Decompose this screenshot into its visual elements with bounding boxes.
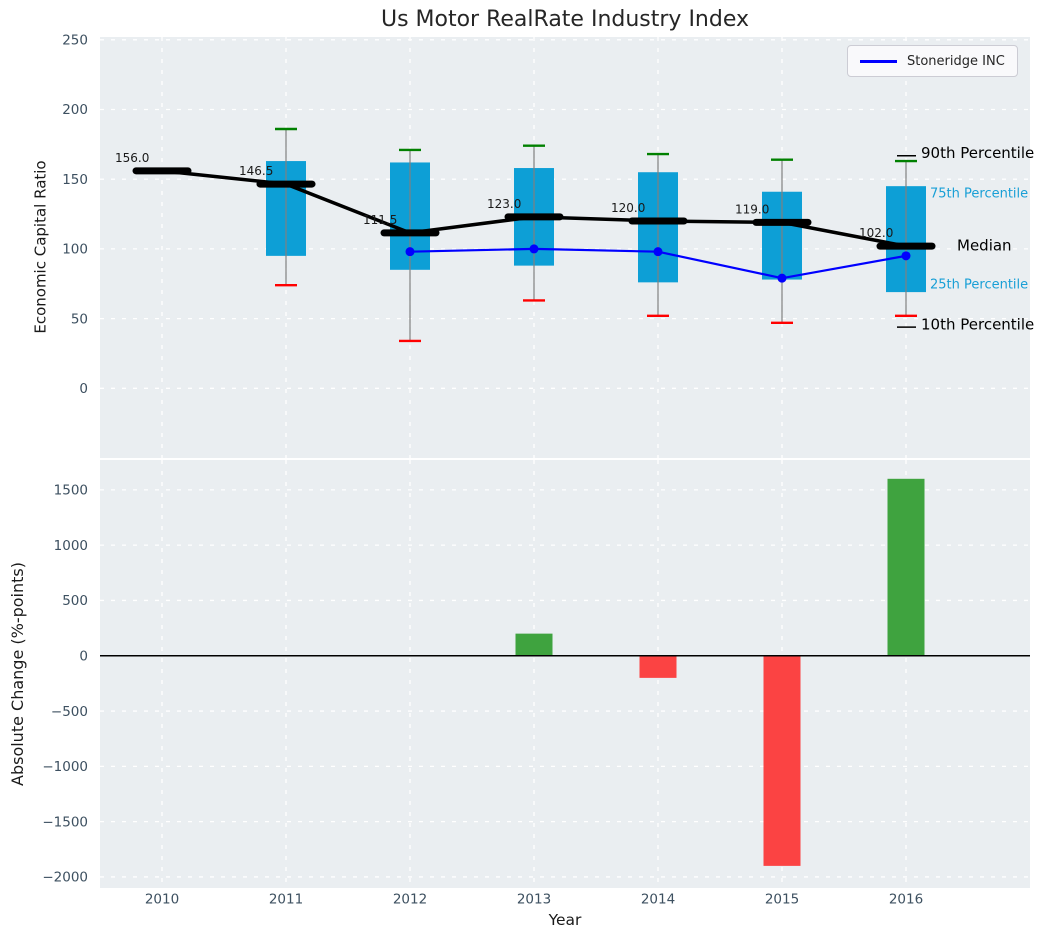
annotation-10th-percentile: 10th Percentile: [921, 315, 1034, 333]
median-value-label-2010: 156.0: [115, 151, 149, 165]
top-y-tick: 250: [62, 33, 88, 49]
median-value-label-2016: 102.0: [859, 226, 893, 240]
bottom-y-tick: −1000: [42, 759, 88, 775]
legend-line-sample-icon: [860, 60, 897, 63]
bottom-y-axis-label: Absolute Change (%-points): [8, 460, 28, 888]
bar-2014: [640, 656, 677, 678]
x-axis-label: Year: [100, 911, 1030, 929]
median-value-label-2015: 119.0: [735, 202, 769, 216]
bottom-y-tick: 1000: [54, 538, 88, 554]
annotation-median: Median: [957, 237, 1012, 255]
top-y-tick: 0: [79, 381, 88, 397]
company-point-2013: [530, 244, 539, 253]
bottom-y-tick: −1500: [42, 814, 88, 830]
x-tick-2011: 2011: [269, 892, 303, 908]
annotation-90th-percentile: 90th Percentile: [921, 144, 1034, 162]
top-y-tick: 150: [62, 172, 88, 188]
bar-2016: [888, 479, 925, 656]
legend-label: Stoneridge INC: [907, 54, 1005, 69]
x-tick-2016: 2016: [889, 892, 923, 908]
median-value-label-2014: 120.0: [611, 201, 645, 215]
median-value-label-2013: 123.0: [487, 197, 521, 211]
company-point-2015: [778, 274, 787, 283]
chart-canvas: 156.0 146.5 111.5 123.0 120.0 119.0 102.0 90th …: [0, 0, 1053, 942]
figure: 156.0 146.5 111.5 123.0 120.0 119.0 102.0 90th …: [0, 0, 1053, 942]
company-point-2012: [406, 247, 415, 256]
annotation-25th-percentile: 25th Percentile: [930, 277, 1028, 292]
company-point-2016: [902, 251, 911, 260]
x-tick-2012: 2012: [393, 892, 427, 908]
top-y-axis-label: Economic Capital Ratio: [31, 37, 51, 458]
annotation-75th-percentile: 75th Percentile: [930, 187, 1028, 202]
bar-2013: [516, 634, 553, 656]
median-value-label-2012: 111.5: [363, 213, 397, 227]
top-y-tick: 200: [62, 102, 88, 118]
x-tick-2015: 2015: [765, 892, 799, 908]
bar-2015: [764, 656, 801, 866]
company-point-2014: [654, 247, 663, 256]
median-value-label-2011: 146.5: [239, 164, 273, 178]
top-y-tick: 50: [71, 311, 88, 327]
bottom-y-tick: 1500: [54, 483, 88, 499]
bottom-y-tick: 0: [79, 648, 88, 664]
chart-title: Us Motor RealRate Industry Index: [100, 7, 1030, 32]
bottom-y-tick: 500: [62, 593, 88, 609]
bottom-y-tick: −500: [51, 704, 88, 720]
x-tick-2010: 2010: [145, 892, 179, 908]
bottom-y-tick: −2000: [42, 870, 88, 886]
legend: Stoneridge INC: [847, 45, 1018, 77]
top-y-tick: 100: [62, 242, 88, 258]
x-tick-2014: 2014: [641, 892, 675, 908]
x-tick-2013: 2013: [517, 892, 551, 908]
